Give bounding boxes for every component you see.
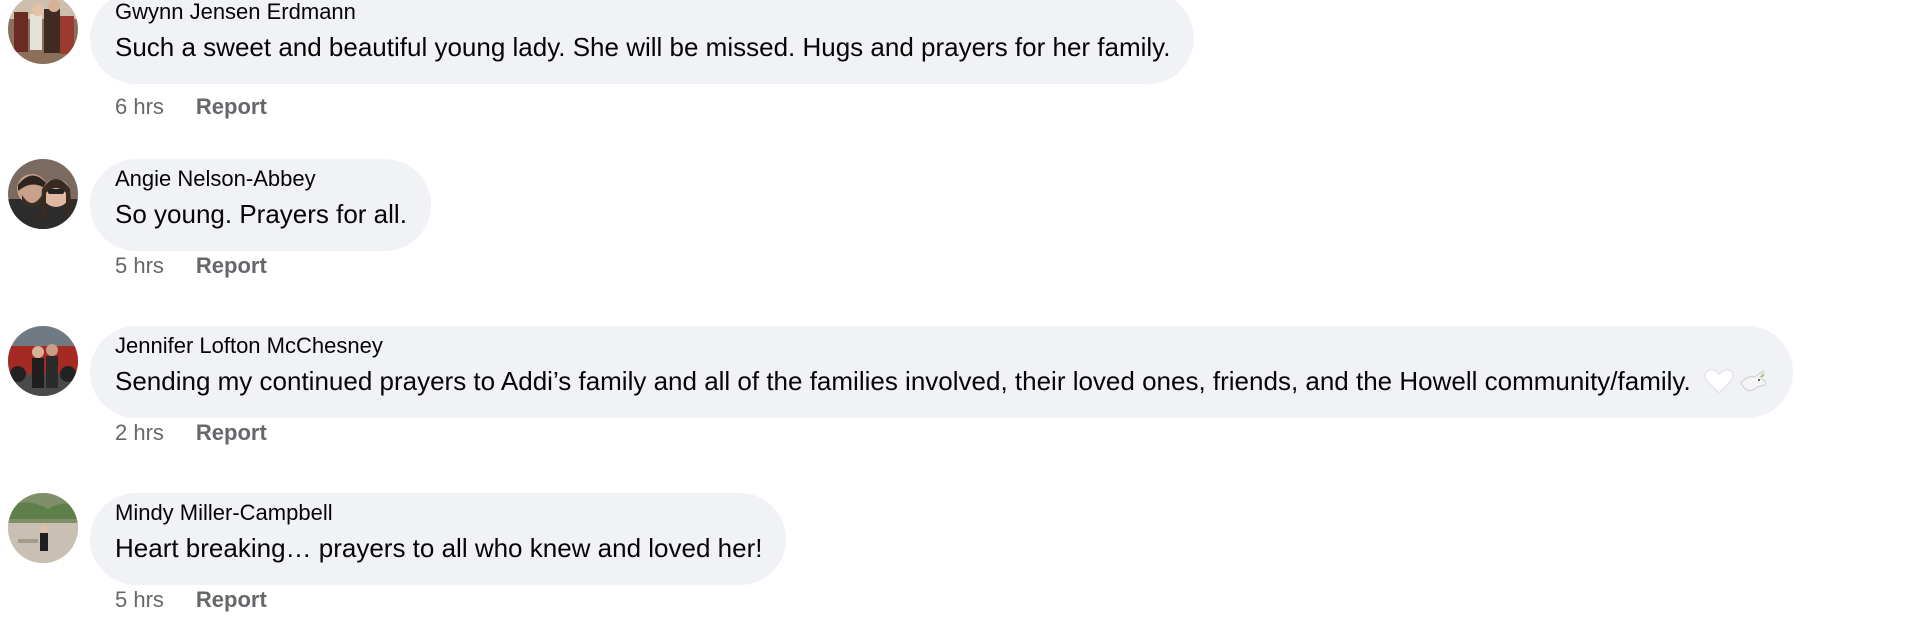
report-link[interactable]: Report — [196, 587, 267, 612]
comment-bubble: Angie Nelson-Abbey So young. Prayers for… — [90, 159, 431, 251]
report-link[interactable]: Report — [196, 420, 267, 445]
comment-item: Gwynn Jensen Erdmann Such a sweet and be… — [0, 0, 1920, 160]
comment-bubble: Gwynn Jensen Erdmann Such a sweet and be… — [90, 0, 1195, 84]
comment-text: Such a sweet and beautiful young lady. S… — [115, 32, 1171, 62]
avatar[interactable] — [8, 493, 78, 563]
comment-timestamp[interactable]: 5 hrs — [115, 587, 164, 612]
comment-text: So young. Prayers for all. — [115, 199, 407, 229]
comment-author[interactable]: Gwynn Jensen Erdmann — [115, 0, 1170, 26]
comment-item: Angie Nelson-Abbey So young. Prayers for… — [0, 159, 1920, 319]
dove-icon — [1739, 369, 1766, 392]
comment-timestamp[interactable]: 2 hrs — [115, 420, 164, 445]
avatar[interactable] — [8, 159, 78, 229]
avatar-image — [8, 493, 78, 563]
avatar[interactable] — [8, 0, 78, 64]
comment-bubble: Jennifer Lofton McChesney Sending my con… — [90, 326, 1793, 418]
comment-meta: 5 hrs Report — [115, 251, 267, 281]
white-heart-icon — [1703, 368, 1734, 395]
emoji-group — [1703, 365, 1769, 397]
avatar-image — [8, 326, 78, 396]
comment-list: Gwynn Jensen Erdmann Such a sweet and be… — [0, 0, 1920, 636]
avatar[interactable] — [8, 326, 78, 396]
comment-author[interactable]: Mindy Miller-Campbell — [115, 499, 762, 527]
comment-timestamp[interactable]: 6 hrs — [115, 94, 164, 119]
comment-meta: 5 hrs Report — [115, 585, 267, 615]
report-link[interactable]: Report — [196, 94, 267, 119]
comment-bubble: Mindy Miller-Campbell Heart breaking… pr… — [90, 493, 787, 585]
comment-meta: 2 hrs Report — [115, 418, 267, 448]
comment-text: Heart breaking… prayers to all who knew … — [115, 533, 763, 563]
comment-text: Sending my continued prayers to Addi’s f… — [115, 366, 1691, 396]
comment-meta: 6 hrs Report — [115, 92, 267, 122]
report-link[interactable]: Report — [196, 253, 267, 278]
comment-author[interactable]: Jennifer Lofton McChesney — [115, 332, 1769, 360]
avatar-image — [8, 159, 78, 229]
comment-item: Jennifer Lofton McChesney Sending my con… — [0, 326, 1920, 486]
avatar-image — [8, 0, 78, 64]
comment-author[interactable]: Angie Nelson-Abbey — [115, 165, 407, 193]
comment-timestamp[interactable]: 5 hrs — [115, 253, 164, 278]
comment-item: Mindy Miller-Campbell Heart breaking… pr… — [0, 493, 1920, 636]
comment-text-row: Sending my continued prayers to Addi’s f… — [115, 364, 1769, 398]
